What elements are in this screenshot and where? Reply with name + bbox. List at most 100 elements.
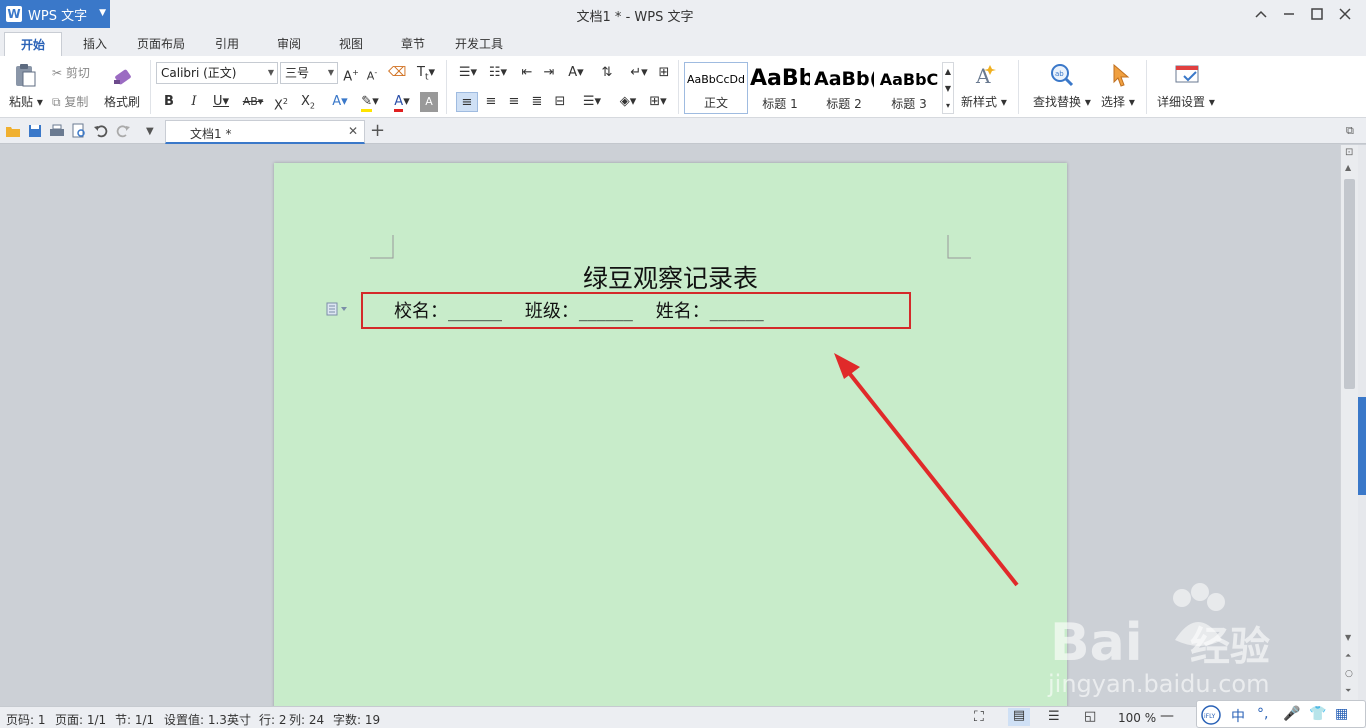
side-panel-toggle[interactable] xyxy=(1358,397,1366,495)
select-cursor-icon[interactable] xyxy=(1108,62,1134,88)
print-icon[interactable] xyxy=(49,123,65,139)
tab-view[interactable]: 视图 xyxy=(326,32,376,56)
customize-dropdown-icon[interactable]: ▼ xyxy=(146,126,162,142)
minimize-icon[interactable] xyxy=(1276,3,1302,25)
change-case-icon[interactable]: A▾ xyxy=(562,63,590,83)
microphone-icon[interactable]: 🎤 xyxy=(1283,706,1300,722)
find-replace-button[interactable]: 查找替换 ▾ xyxy=(1033,93,1091,110)
font-size-select[interactable]: 三号 ▼ xyxy=(280,62,338,84)
ime-shirt-icon[interactable]: 👕 xyxy=(1309,706,1326,722)
settings-window-icon[interactable] xyxy=(1174,62,1200,88)
style-heading-1[interactable]: AaBb 标题 1 xyxy=(750,62,810,114)
scroll-up-icon[interactable]: ▲ xyxy=(1345,163,1351,172)
paragraph-layout-icon[interactable] xyxy=(326,302,348,316)
strikethrough-icon[interactable]: AB▾ xyxy=(238,92,268,112)
bold-icon[interactable]: B xyxy=(160,92,178,112)
align-center-icon[interactable]: ≡ xyxy=(481,92,501,112)
status-col: 列: 24 xyxy=(289,713,325,727)
align-left-icon[interactable]: ≡ xyxy=(456,92,478,112)
tab-home[interactable]: 开始 xyxy=(4,32,62,56)
text-effects-icon[interactable]: A▾ xyxy=(326,92,354,112)
page-view-icon[interactable]: ▤ xyxy=(1008,708,1030,726)
table-icon[interactable]: ⊞ xyxy=(654,63,674,83)
style-normal[interactable]: AaBbCcDd 正文 xyxy=(684,62,748,114)
grow-font-icon[interactable]: A+ xyxy=(342,63,360,84)
paste-icon[interactable] xyxy=(12,62,38,88)
document-tab[interactable]: 文档1 * ✕ xyxy=(165,120,365,144)
increase-indent-icon[interactable]: ⇥ xyxy=(540,63,558,83)
borders-icon[interactable]: ⊞▾ xyxy=(644,92,672,112)
sort-icon[interactable]: ⇅ xyxy=(596,63,618,83)
previous-page-icon[interactable]: ⏶ xyxy=(1345,651,1351,661)
zoom-out-icon[interactable]: — xyxy=(1160,708,1174,724)
vertical-scrollbar[interactable]: ⊡ ▲ ▼ ⏶ ○ ⏷ xyxy=(1340,145,1358,706)
align-right-icon[interactable]: ≡ xyxy=(504,92,524,112)
copy-button[interactable]: ⧉ 复制 xyxy=(52,93,88,110)
print-preview-icon[interactable] xyxy=(71,123,87,139)
redo-icon[interactable] xyxy=(115,123,131,139)
decrease-indent-icon[interactable]: ⇤ xyxy=(518,63,536,83)
scroll-down-icon[interactable]: ▼ xyxy=(1345,633,1351,642)
show-marks-icon[interactable]: ↵▾ xyxy=(626,63,652,83)
font-color-icon[interactable]: A▾ xyxy=(388,92,416,112)
highlight-icon[interactable]: ✎▾ xyxy=(356,92,384,112)
style-heading-2[interactable]: AaBb( 标题 2 xyxy=(814,62,874,114)
numbered-list-icon[interactable]: ☷▾ xyxy=(484,63,512,83)
format-painter-button[interactable]: 格式刷 xyxy=(104,93,140,110)
ribbon-collapse-icon[interactable] xyxy=(1248,3,1274,25)
punctuation-icon[interactable]: °, xyxy=(1257,706,1268,722)
paste-button[interactable]: 粘贴 ▾ xyxy=(9,93,43,110)
svg-text:jingyan.baidu.com: jingyan.baidu.com xyxy=(1047,670,1269,698)
tab-review[interactable]: 审阅 xyxy=(264,32,314,56)
shrink-font-icon[interactable]: A- xyxy=(363,63,381,83)
open-folder-icon[interactable] xyxy=(5,123,21,139)
clear-format-icon[interactable]: ⌫ xyxy=(388,63,406,83)
ime-toolbar[interactable]: iFLY 中 °, 🎤 👕 ▦ xyxy=(1196,700,1366,728)
ime-grid-icon[interactable]: ▦ xyxy=(1335,706,1348,722)
web-view-icon[interactable]: ◱ xyxy=(1084,709,1096,724)
next-page-icon[interactable]: ⏷ xyxy=(1345,686,1351,696)
bullet-list-icon[interactable]: ☰▾ xyxy=(454,63,482,83)
tab-insert[interactable]: 插入 xyxy=(70,32,120,56)
zoom-level[interactable]: 100 % xyxy=(1118,711,1156,725)
scrollbar-thumb[interactable] xyxy=(1344,179,1355,389)
shading-icon[interactable]: ◈▾ xyxy=(614,92,642,112)
subscript-icon[interactable]: X2 xyxy=(298,92,318,112)
close-tab-icon[interactable]: ✕ xyxy=(348,124,358,138)
font-name-select[interactable]: Calibri (正文) ▼ xyxy=(156,62,278,84)
style-heading-3[interactable]: AaBbC 标题 3 xyxy=(878,62,940,114)
superscript-icon[interactable]: X2 xyxy=(271,92,291,113)
maximize-icon[interactable] xyxy=(1304,3,1330,25)
italic-icon[interactable]: I xyxy=(185,92,203,112)
char-shading-icon[interactable]: A xyxy=(420,92,438,112)
format-painter-icon[interactable] xyxy=(110,62,136,88)
restore-ribbon-icon[interactable]: ⧉ xyxy=(1346,124,1362,140)
underline-icon[interactable]: U▾ xyxy=(208,92,234,112)
cut-button[interactable]: ✂ 剪切 xyxy=(52,64,90,81)
side-panel-strip[interactable] xyxy=(1358,145,1366,706)
detail-settings-button[interactable]: 详细设置 ▾ xyxy=(1157,93,1215,110)
save-icon[interactable] xyxy=(27,123,43,139)
text-effect-icon[interactable]: Tt▾ xyxy=(412,63,440,83)
tab-references[interactable]: 引用 xyxy=(202,32,252,56)
styles-scroll-icon[interactable]: ▲ ▼ ▾ xyxy=(942,62,954,114)
fullscreen-icon[interactable]: ⛶ xyxy=(974,709,984,725)
new-style-button[interactable]: 新样式 ▾ xyxy=(961,93,1007,110)
outline-view-icon[interactable]: ☰ xyxy=(1048,709,1060,724)
justify-icon[interactable]: ≣ xyxy=(527,92,547,112)
find-replace-icon[interactable]: ab xyxy=(1049,62,1075,88)
document-heading[interactable]: 绿豆观察记录表 xyxy=(274,259,1067,295)
select-button[interactable]: 选择 ▾ xyxy=(1101,93,1135,110)
select-browse-object-icon[interactable]: ○ xyxy=(1345,669,1353,679)
undo-icon[interactable] xyxy=(93,123,109,139)
tab-page-layout[interactable]: 页面布局 xyxy=(128,32,194,56)
ime-mode-chinese[interactable]: 中 xyxy=(1231,706,1245,726)
tab-chapter[interactable]: 章节 xyxy=(388,32,438,56)
distribute-icon[interactable]: ⊟ xyxy=(550,92,570,112)
split-view-icon[interactable]: ⊡ xyxy=(1345,147,1353,158)
new-tab-icon[interactable]: + xyxy=(370,120,385,141)
line-spacing-icon[interactable]: ☰▾ xyxy=(578,92,606,112)
new-style-icon[interactable]: A xyxy=(972,62,998,88)
tab-developer[interactable]: 开发工具 xyxy=(446,32,512,56)
close-icon[interactable] xyxy=(1332,3,1358,25)
